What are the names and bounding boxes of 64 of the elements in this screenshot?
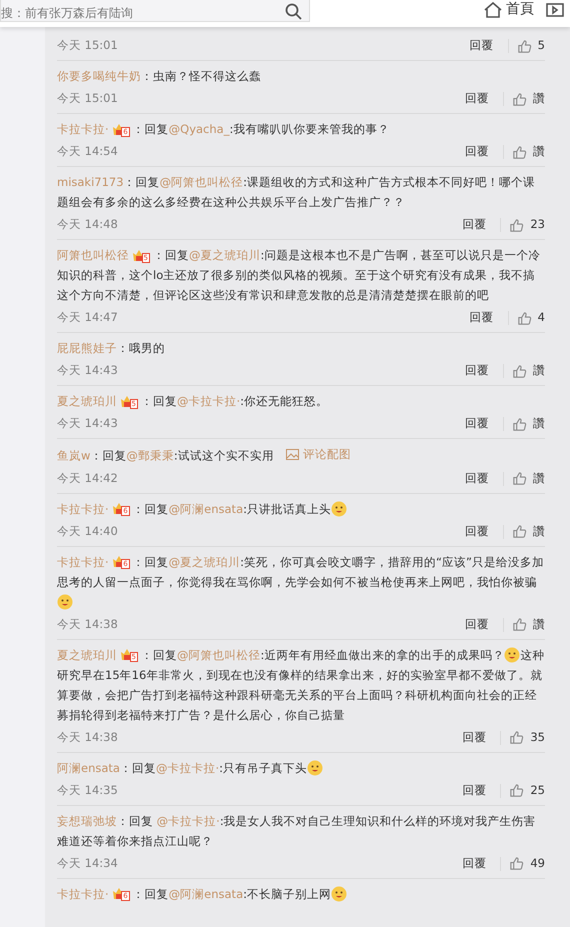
- comment-time: 今天 14:47: [57, 309, 118, 326]
- like-button[interactable]: 25: [509, 782, 545, 800]
- comment-time: 今天 15:01: [57, 37, 118, 54]
- comment-time: 今天 14:42: [57, 470, 118, 487]
- comment-time: 今天 14:43: [57, 362, 118, 380]
- comment-text: 鱼岚w：回复@鄄秉秉:试试这个实不实用 评论配图: [57, 444, 545, 466]
- reply-button[interactable]: 回覆: [456, 854, 492, 872]
- thumbs-up-icon: [509, 730, 524, 745]
- comment-text: 屁屁熊娃子：哦男的: [57, 340, 166, 357]
- thumbs-up-icon: [512, 617, 527, 632]
- thumbs-up-icon: [509, 856, 524, 871]
- thumbs-up-icon: [512, 416, 527, 432]
- reply-button[interactable]: 回覆: [459, 522, 495, 540]
- thumbs-up-icon: [509, 218, 524, 232]
- reply-button[interactable]: 回覆: [459, 470, 495, 488]
- like-button[interactable]: 讚: [512, 415, 545, 433]
- image-icon: [286, 448, 299, 460]
- home-icon: [484, 2, 502, 18]
- comment-time: 今天 14:34: [57, 854, 118, 872]
- comment-time: 今天 14:48: [57, 216, 118, 234]
- thumbs-up-icon: [512, 144, 527, 160]
- thumbs-up-icon: [516, 310, 532, 326]
- reply-button[interactable]: 回覆: [459, 415, 495, 433]
- comment-time: 今天 14:38: [57, 616, 118, 633]
- thumbs-up-icon: [509, 783, 524, 798]
- like-button[interactable]: 35: [509, 728, 545, 746]
- comment-time: 今天 14:43: [57, 415, 118, 432]
- search-icon[interactable]: [285, 3, 302, 20]
- like-button[interactable]: 讚: [512, 362, 545, 380]
- comment-text: 你要多喝纯牛奶：虫南？怪不得这么蠢: [57, 68, 262, 85]
- search-field[interactable]: 搜：前有张万森后有陆询: [0, 0, 310, 22]
- like-button[interactable]: 讚: [512, 143, 545, 161]
- reply-button[interactable]: 回覆: [464, 37, 500, 55]
- comment-time: 今天 14:35: [57, 782, 118, 799]
- thumbs-up-icon: [516, 38, 532, 54]
- comment-time: 今天 14:54: [57, 143, 118, 160]
- like-button[interactable]: 讚: [512, 616, 545, 634]
- comment-time: 今天 14:38: [57, 728, 118, 746]
- reply-button[interactable]: 回覆: [459, 143, 495, 161]
- like-button[interactable]: 4: [516, 309, 545, 327]
- like-button[interactable]: 讚: [512, 90, 545, 108]
- comment-text: misaki7173：回复@阿箫也叫松径:课题组收的方式和这种广告方式根本不同好吧！哪个课题组会有多余的这么多经费在这种公共娱乐平台上发广告推广？？: [57, 174, 536, 211]
- comment-time: 今天 14:40: [57, 522, 118, 540]
- comment-text: 妄想瑞弛坡：回复 @卡拉卡拉·:我是女人我不对自己生理知识和什么样的环境对我产生伤害难道还等着你来指点江山呢？: [57, 812, 537, 850]
- thumbs-up-icon: [512, 524, 527, 539]
- reply-button[interactable]: 回覆: [459, 90, 495, 108]
- reply-button[interactable]: 回覆: [464, 309, 500, 327]
- comment-text: 阿澜ensata：回复@卡拉卡拉·:只有吊子真下头: [57, 758, 545, 778]
- reply-button[interactable]: 回覆: [459, 362, 495, 380]
- reply-button[interactable]: 回覆: [456, 216, 492, 234]
- thumbs-up-icon: [512, 92, 527, 106]
- video-icon[interactable]: [546, 2, 564, 18]
- like-button[interactable]: 23: [509, 216, 545, 234]
- thumbs-up-icon: [512, 471, 527, 486]
- like-button[interactable]: 5: [516, 37, 545, 55]
- home-link[interactable]: 首頁: [484, 0, 534, 20]
- comment-time: 今天 15:01: [57, 90, 118, 108]
- reply-button[interactable]: 回覆: [459, 616, 495, 634]
- like-button[interactable]: 讚: [512, 470, 545, 488]
- like-button[interactable]: 讚: [512, 522, 545, 540]
- reply-button[interactable]: 回覆: [456, 782, 492, 800]
- reply-button[interactable]: 回覆: [456, 728, 492, 746]
- like-button[interactable]: 49: [509, 854, 545, 872]
- thumbs-up-icon: [512, 364, 527, 378]
